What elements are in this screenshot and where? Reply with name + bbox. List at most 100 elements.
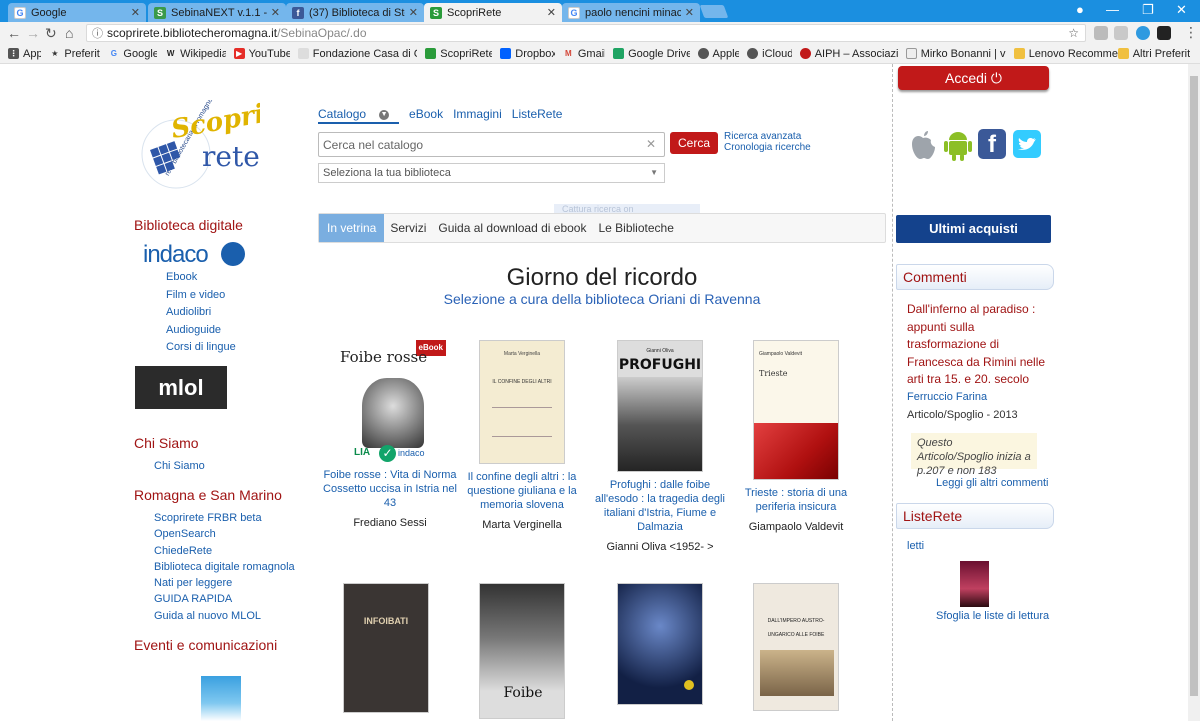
advanced-search-link[interactable]: Ricerca avanzata [724,131,811,142]
bookmark-item[interactable]: W Wikipedia [165,48,226,60]
library-select[interactable]: Seleziona la tua biblioteca ▼ [318,163,665,183]
link-audiolibri[interactable]: Audiolibri [166,304,236,322]
book-cover[interactable]: eBook Foibe rosse LIA ✓ indaco [334,340,446,462]
dropbox-icon[interactable] [1114,26,1128,40]
tab-catalogo[interactable]: Catalogo ▼ [318,107,400,124]
browser-tab-facebook[interactable]: f (37) Biblioteca di Storia C ✕ [286,3,424,22]
scoprirete-logo[interactable]: rete bibliotecaria di romagna Scopri ret… [136,97,267,200]
close-icon[interactable]: ✕ [271,6,280,19]
book-card[interactable] [590,583,730,705]
tab-immagini[interactable]: Immagini [453,107,502,124]
link-guida-rapida[interactable]: GUIDA RAPIDA [154,591,295,607]
page-scrollbar[interactable] [1188,64,1200,721]
menu-icon[interactable]: ⋮ [1184,24,1198,41]
bookmark-star-icon[interactable]: ☆ [1068,25,1079,41]
bookmark-item[interactable]: ▶ YouTube [233,48,290,60]
link-chiederete[interactable]: ChiedeRete [154,543,295,559]
close-icon[interactable]: ✕ [547,6,556,19]
book-title[interactable]: Il confine degli altri : la questione gi… [452,470,592,512]
bookmark-item[interactable]: Fondazione Casa di C [297,48,417,60]
indaco-logo[interactable]: indaco [143,241,245,269]
address-bar[interactable]: ⓘ scoprirete.bibliotecheromagna.it/Sebin… [86,24,1086,42]
book-title[interactable]: Trieste : storia di una periferia insicu… [726,486,866,514]
bookmark-item[interactable]: Dropbox [500,48,555,60]
profile-icon[interactable]: ● [1076,2,1084,17]
android-app-icon[interactable] [943,128,973,162]
subtab-servizi[interactable]: Servizi [384,214,432,242]
link-ebook[interactable]: Ebook [166,269,236,287]
catalog-search-input[interactable]: Cerca nel catalogo ✕ [318,132,665,157]
book-card[interactable]: INFOIBATI [316,583,456,713]
comment-title[interactable]: Dall'inferno al paradiso : appunti sulla… [907,301,1049,389]
subtab-le-biblioteche[interactable]: Le Biblioteche [592,214,679,242]
book-title[interactable]: Profughi : dalle foibe all'esodo : la tr… [590,478,730,534]
forward-icon[interactable]: → [26,25,40,41]
bookmark-item[interactable]: ⋮ App [8,48,41,60]
icloud-icon[interactable] [1136,26,1150,40]
tab-listerete[interactable]: ListeRete [512,107,563,124]
link-audioguide[interactable]: Audioguide [166,322,236,340]
window-close-icon[interactable]: ✕ [1176,2,1187,18]
book-cover[interactable]: Giampaolo Valdevit Trieste [753,340,839,480]
browser-tab-scoprirete[interactable]: S ScopriRete ✕ [424,3,562,22]
link-opensearch[interactable]: OpenSearch [154,526,295,542]
facebook-icon[interactable]: f [978,129,1006,159]
search-button[interactable]: Cerca [670,132,718,154]
scrollbar-thumb[interactable] [1190,76,1198,696]
bookmark-item[interactable]: Lenovo Recommend [1013,48,1118,60]
bookmark-item[interactable]: ★ Preferiti [49,48,100,60]
book-cover[interactable]: Marta Verginella IL CONFINE DEGLI ALTRI [479,340,565,464]
bookmark-item[interactable]: ScopriRete [425,48,492,60]
apple-app-icon[interactable] [909,130,937,160]
reload-icon[interactable]: ↻ [45,25,57,42]
comment-author[interactable]: Ferruccio Farina [907,391,987,403]
extension-icon[interactable] [1094,26,1108,40]
subtab-in-vetrina[interactable]: In vetrina [319,214,385,242]
bookmark-item[interactable]: Mirko Bonanni | vale [905,48,1006,60]
bookmark-item[interactable]: AIPH – Associazione [799,48,898,60]
browser-tab-sebina[interactable]: S SebinaNEXT v.1.1 - RETE ✕ [148,3,286,22]
browser-tab-google-search[interactable]: G paolo nencini minaccia - ✕ [562,3,700,22]
book-title[interactable]: Foibe rosse : Vita di Norma Cossetto ucc… [320,468,460,510]
book-card[interactable]: Marta Verginella IL CONFINE DEGLI ALTRI … [452,340,592,532]
bookmark-item[interactable]: Apple [697,48,739,60]
extension-icon[interactable] [1157,26,1171,40]
book-card[interactable]: Giampaolo Valdevit Trieste Trieste : sto… [726,340,866,534]
close-icon[interactable]: ✕ [131,6,140,19]
mlol-logo[interactable]: mlol [135,366,227,409]
back-icon[interactable]: ← [7,25,21,41]
login-button[interactable]: Accedi ⏻ [898,66,1049,90]
browser-tab-google[interactable]: G Google ✕ [8,3,146,22]
minimize-icon[interactable]: — [1106,2,1119,17]
tab-ebook[interactable]: eBook [409,107,443,124]
book-card[interactable]: Foibe [452,583,592,719]
book-card[interactable]: eBook Foibe rosse LIA ✓ indaco Foibe ros… [320,340,460,530]
bookmark-item[interactable]: M Gmail [563,48,605,60]
close-icon[interactable]: ✕ [685,6,694,19]
info-icon[interactable]: ⓘ [92,26,103,42]
home-icon[interactable]: ⌂ [65,25,73,41]
bookmark-item[interactable]: Altri Preferiti [1117,48,1190,60]
bookmark-item[interactable]: iCloud [747,48,792,60]
link-nati-per-leggere[interactable]: Nati per leggere [154,575,295,591]
book-card[interactable]: Gianni Oliva PROFUGHI Profughi : dalle f… [590,340,730,554]
book-cover[interactable]: Foibe [479,583,565,719]
book-cover[interactable]: INFOIBATI [343,583,429,713]
event-thumbnail[interactable] [201,676,241,721]
book-cover[interactable]: DALL'IMPERO AUSTRO-UNGARICO ALLE FOIBE [753,583,839,711]
read-more-comments-link[interactable]: Leggi gli altri commenti [936,477,1049,489]
search-history-link[interactable]: Cronologia ricerche [724,142,811,153]
book-cover[interactable] [617,583,703,705]
subtab-guida-ebook[interactable]: Guida al download di ebook [432,214,592,242]
clear-icon[interactable]: ✕ [646,137,656,151]
list-item-letti[interactable]: letti [907,540,924,552]
bookmark-item[interactable]: G Google [108,48,157,60]
link-corsi-lingue[interactable]: Corsi di lingue [166,339,236,357]
reading-list-thumbnail[interactable] [960,561,989,607]
bookmark-item[interactable]: Google Drive [613,48,690,60]
link-biblioteca-digitale-romagnola[interactable]: Biblioteca digitale romagnola [154,559,295,575]
close-icon[interactable]: ✕ [409,6,418,19]
link-frbr[interactable]: Scoprirete FRBR beta [154,510,295,526]
new-tab-button[interactable] [699,5,729,18]
book-card[interactable]: DALL'IMPERO AUSTRO-UNGARICO ALLE FOIBE [726,583,866,711]
